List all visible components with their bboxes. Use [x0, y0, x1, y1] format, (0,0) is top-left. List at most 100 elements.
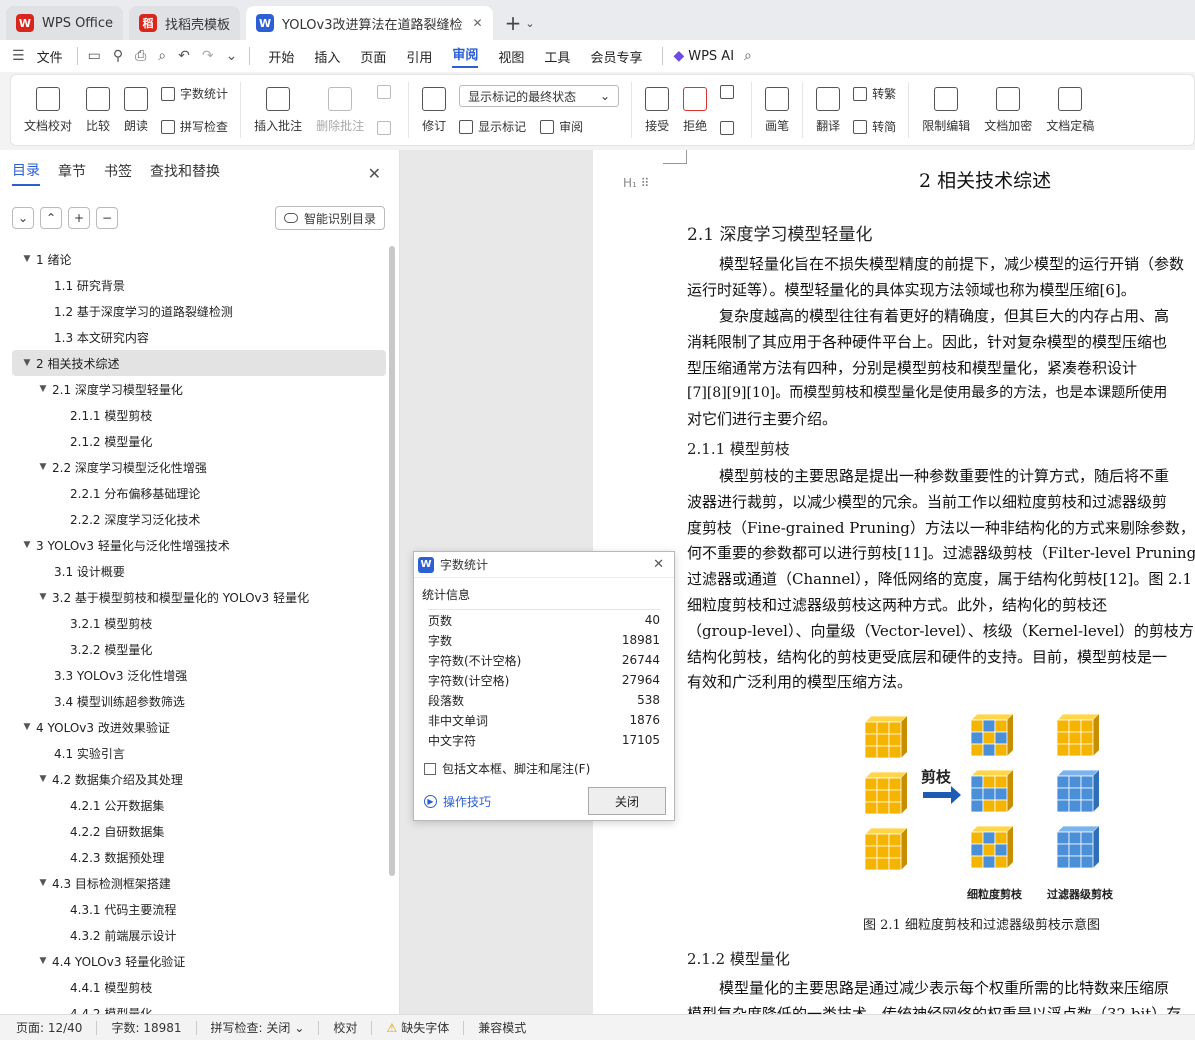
- minus-icon[interactable]: −: [96, 207, 118, 229]
- print-icon[interactable]: ⎙: [135, 48, 146, 64]
- caret-down-icon[interactable]: ▼: [36, 592, 50, 602]
- close-icon[interactable]: ✕: [473, 16, 483, 30]
- menu-tools[interactable]: 工具: [544, 47, 570, 66]
- redo-icon[interactable]: ↷: [202, 48, 214, 64]
- menu-wps-ai[interactable]: WPS AI: [688, 49, 734, 64]
- toc-item[interactable]: 3.4 模型训练超参数筛选: [0, 688, 388, 714]
- toc-item[interactable]: ▼ 1 绪论: [0, 246, 388, 272]
- scrollbar[interactable]: [389, 246, 395, 876]
- chevron-down-icon[interactable]: ⌄: [525, 17, 534, 30]
- translate-button[interactable]: 翻译: [816, 86, 840, 134]
- toc-item[interactable]: ▼ 4.3 目标检测框架搭建: [0, 870, 388, 896]
- close-button[interactable]: 关闭: [588, 787, 666, 815]
- page-indicator[interactable]: 页面: 12/40: [16, 1019, 82, 1036]
- read-aloud-button[interactable]: 朗读: [124, 86, 148, 134]
- tab-toc[interactable]: 目录: [12, 160, 40, 186]
- checkbox-icon[interactable]: [424, 762, 436, 775]
- expand-icon[interactable]: ⌄: [12, 207, 34, 229]
- toc-item[interactable]: ▼ 4.4 YOLOv3 轻量化验证: [0, 948, 388, 974]
- caret-down-icon[interactable]: ▼: [20, 722, 34, 732]
- document-page[interactable]: H₁ ⠿ 2 相关技术综述 2.1 深度学习模型轻量化 模型轻量化旨在不损失模型…: [593, 150, 1195, 1014]
- toc-item[interactable]: ▼ 2 相关技术综述: [12, 350, 386, 376]
- show-markup-button[interactable]: 显示标记: [459, 118, 526, 135]
- toc-item[interactable]: 2.2.2 深度学习泛化技术: [0, 506, 388, 532]
- toc-item[interactable]: 3.3 YOLOv3 泛化性增强: [0, 662, 388, 688]
- delete-comment-button[interactable]: 删除批注: [316, 86, 364, 134]
- menu-review[interactable]: 审阅: [452, 44, 479, 68]
- toc-item[interactable]: 4.2.3 数据预处理: [0, 844, 388, 870]
- menu-view[interactable]: 视图: [498, 47, 524, 66]
- prev-change-button[interactable]: [720, 85, 739, 99]
- toc-item[interactable]: ▼ 4.2 数据集介绍及其处理: [0, 766, 388, 792]
- accept-button[interactable]: 接受: [645, 86, 669, 134]
- add-icon[interactable]: +: [68, 207, 90, 229]
- pen-button[interactable]: 画笔: [765, 86, 789, 134]
- next-change-button[interactable]: [720, 121, 739, 135]
- tab-docer-templates[interactable]: 稻 找稻壳模板: [129, 6, 241, 40]
- close-icon[interactable]: ✕: [368, 164, 381, 183]
- encrypt-button[interactable]: 文档加密: [984, 86, 1032, 134]
- tab-bookmarks[interactable]: 书签: [104, 161, 132, 185]
- tab-document[interactable]: W YOLOv3改进算法在道路裂缝检 ✕: [246, 6, 493, 40]
- spell-check-indicator[interactable]: 拼写检查: 关闭 ⌄: [211, 1019, 305, 1036]
- caret-down-icon[interactable]: ▼: [20, 540, 34, 550]
- toc-item[interactable]: ▼ 4 YOLOv3 改进效果验证: [0, 714, 388, 740]
- toc-item[interactable]: 4.3.2 前端展示设计: [0, 922, 388, 948]
- tab-sections[interactable]: 章节: [58, 161, 86, 185]
- tab-wps-office[interactable]: W WPS Office: [6, 6, 124, 40]
- prev-comment-button[interactable]: [377, 85, 396, 99]
- menu-file[interactable]: 文件: [37, 47, 63, 66]
- caret-down-icon[interactable]: ▼: [36, 956, 50, 966]
- review-pane-button[interactable]: 审阅: [540, 118, 583, 135]
- toc-item[interactable]: 3.2.2 模型量化: [0, 636, 388, 662]
- word-count-button[interactable]: 字数统计: [161, 85, 228, 102]
- toc-item[interactable]: 4.2.2 自研数据集: [0, 818, 388, 844]
- menu-references[interactable]: 引用: [406, 47, 432, 66]
- toc-item[interactable]: 3.1 设计概要: [0, 558, 388, 584]
- toc-item[interactable]: 2.2.1 分布偏移基础理论: [0, 480, 388, 506]
- smart-toc-button[interactable]: 智能识别目录: [274, 206, 385, 230]
- revise-button[interactable]: 修订: [422, 86, 446, 134]
- finalize-button[interactable]: 文档定稿: [1046, 86, 1094, 134]
- save-icon[interactable]: ▭: [88, 48, 101, 64]
- to-simplified-button[interactable]: 转简: [853, 118, 896, 135]
- menu-home[interactable]: 开始: [268, 47, 294, 66]
- markup-state-select[interactable]: 显示标记的最终状态 ⌄: [459, 85, 620, 107]
- search-icon[interactable]: ⌕: [744, 48, 752, 64]
- toc-item[interactable]: 1.3 本文研究内容: [0, 324, 388, 350]
- close-icon[interactable]: ✕: [653, 557, 664, 572]
- caret-down-icon[interactable]: ▼: [20, 254, 34, 264]
- to-traditional-button[interactable]: 转繁: [853, 85, 896, 102]
- tab-find-replace[interactable]: 查找和替换: [150, 161, 220, 185]
- reject-button[interactable]: 拒绝: [683, 86, 707, 134]
- toc-item[interactable]: 4.2.1 公开数据集: [0, 792, 388, 818]
- toc-item[interactable]: ▼ 2.1 深度学习模型轻量化: [0, 376, 388, 402]
- toc-item[interactable]: 1.1 研究背景: [0, 272, 388, 298]
- menu-page[interactable]: 页面: [360, 47, 386, 66]
- compare-button[interactable]: 比较: [86, 86, 110, 134]
- toc-item[interactable]: ▼ 2.2 深度学习模型泛化性增强: [0, 454, 388, 480]
- caret-down-icon[interactable]: ▼: [20, 358, 34, 368]
- proof-indicator[interactable]: 校对: [333, 1019, 357, 1036]
- caret-down-icon[interactable]: ▼: [36, 384, 50, 394]
- insert-comment-button[interactable]: 插入批注: [254, 86, 302, 134]
- caret-down-icon[interactable]: ▼: [36, 878, 50, 888]
- doc-check-button[interactable]: 文档校对: [24, 86, 72, 134]
- toc-item[interactable]: 3.2.1 模型剪枝: [0, 610, 388, 636]
- toc-item[interactable]: 1.2 基于深度学习的道路裂缝检测: [0, 298, 388, 324]
- tips-link[interactable]: ▶ 操作技巧: [424, 793, 491, 810]
- toc-item[interactable]: ▼ 3.2 基于模型剪枝和模型量化的 YOLOv3 轻量化: [0, 584, 388, 610]
- print-preview-icon[interactable]: ⌕: [158, 48, 166, 64]
- caret-down-icon[interactable]: ▼: [36, 774, 50, 784]
- missing-font-indicator[interactable]: ⚠ 缺失字体: [386, 1019, 449, 1036]
- hamburger-icon[interactable]: ☰: [12, 48, 25, 64]
- caret-down-icon[interactable]: ▼: [36, 462, 50, 472]
- share-icon[interactable]: ⚲: [113, 48, 123, 64]
- chevron-down-icon[interactable]: ⌄: [226, 48, 238, 64]
- restrict-edit-button[interactable]: 限制编辑: [922, 86, 970, 134]
- heading-handle-icon[interactable]: H₁ ⠿: [623, 176, 649, 190]
- collapse-icon[interactable]: ⌃: [40, 207, 62, 229]
- toc-item[interactable]: 2.1.1 模型剪枝: [0, 402, 388, 428]
- toc-item[interactable]: 4.3.1 代码主要流程: [0, 896, 388, 922]
- toc-item[interactable]: 4.4.1 模型剪枝: [0, 974, 388, 1000]
